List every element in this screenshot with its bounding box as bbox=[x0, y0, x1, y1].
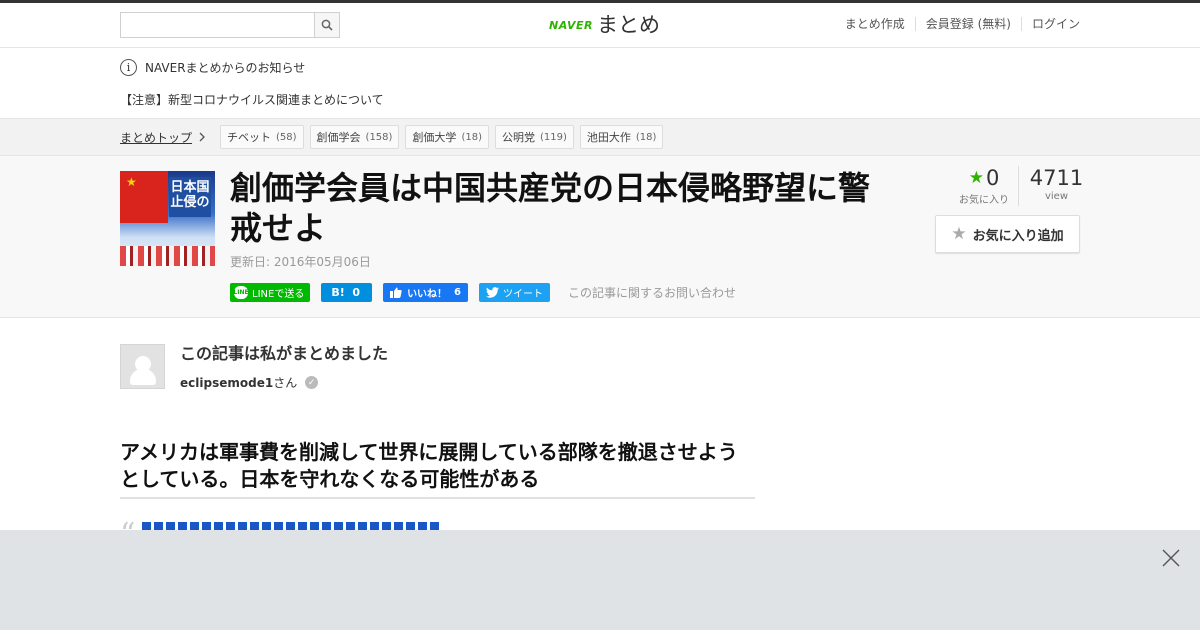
site-logo[interactable]: NAVER まとめ bbox=[549, 12, 660, 38]
author-name-link[interactable]: eclipsemode1 bbox=[180, 376, 273, 390]
notice-title: NAVERまとめからのお知らせ bbox=[145, 60, 306, 75]
check-icon: ✓ bbox=[305, 376, 319, 389]
tag-count: (119) bbox=[539, 131, 567, 143]
chevron-right-icon bbox=[199, 132, 205, 142]
logo-brand: NAVER bbox=[549, 18, 593, 32]
avatar[interactable] bbox=[120, 344, 165, 389]
article-thumbnail[interactable]: ★ 日本国止侵の bbox=[120, 171, 215, 266]
site-header: NAVER まとめ まとめ作成 会員登録 (無料) ログイン bbox=[0, 3, 1200, 48]
add-favorite-button[interactable]: ★ お気に入り追加 bbox=[935, 215, 1080, 253]
tag-label: 公明党 bbox=[501, 131, 535, 144]
twitter-bird-icon bbox=[486, 287, 499, 298]
article-header: ★ 日本国止侵の 創価学会員は中国共産党の日本侵略野望に警戒せよ 更新日: 20… bbox=[0, 156, 1200, 318]
updated-date: 更新日: 2016年05月06日 bbox=[230, 255, 371, 269]
star-icon: ★ bbox=[126, 175, 137, 189]
tag-komeito[interactable]: 公明党 (119) bbox=[494, 125, 574, 149]
tag-count: (18) bbox=[461, 131, 482, 143]
tag-soka-gakkai[interactable]: 創価学会 (158) bbox=[309, 125, 400, 149]
article-title: 創価学会員は中国共産党の日本侵略野望に警戒せよ bbox=[230, 169, 871, 247]
nav-login[interactable]: ログイン bbox=[1020, 17, 1080, 31]
tweet-label: ツイート bbox=[503, 289, 543, 300]
breadcrumb: まとめトップ チベット (58) 創価学会 (158) 創価大学 (18) 公明… bbox=[0, 118, 1200, 156]
author-heading: この記事は私がまとめました bbox=[180, 344, 389, 363]
author-name-row: eclipsemode1 さん ✓ bbox=[180, 374, 388, 391]
tag-label: 創価学会 bbox=[316, 131, 361, 144]
notice-section: i NAVERまとめからのお知らせ 【注意】新型コロナウイルス関連まとめについて bbox=[0, 48, 1200, 118]
tag-label: 池田大作 bbox=[586, 131, 631, 144]
tag-label: チベット bbox=[227, 131, 272, 144]
hatena-bookmark-button[interactable]: B! 0 bbox=[321, 283, 373, 302]
tag-label: 創価大学 bbox=[412, 131, 457, 144]
article-stats: ★ 0 お気に入り 4711 view bbox=[950, 166, 1094, 206]
ad-overlay bbox=[0, 530, 1200, 630]
favorite-count: 0 bbox=[985, 166, 1000, 190]
view-count: 4711 bbox=[1029, 166, 1084, 190]
favorite-stat: ★ 0 お気に入り bbox=[950, 166, 1018, 206]
line-share-button[interactable]: LINE LINEで送る bbox=[230, 283, 311, 302]
search-icon bbox=[321, 19, 333, 31]
facebook-like-button[interactable]: いいね！ 6 bbox=[383, 283, 468, 302]
search-button[interactable] bbox=[314, 13, 339, 37]
favorite-label: お気に入り bbox=[959, 195, 1009, 206]
search-box bbox=[120, 12, 340, 38]
tag-soka-university[interactable]: 創価大学 (18) bbox=[405, 125, 489, 149]
line-share-label: LINEで送る bbox=[252, 289, 305, 300]
author-section: この記事は私がまとめました eclipsemode1 さん ✓ bbox=[120, 344, 388, 391]
close-icon[interactable] bbox=[1162, 549, 1180, 567]
facebook-like-count: 6 bbox=[454, 287, 461, 298]
logo-name: まとめ bbox=[596, 13, 660, 37]
nav-register[interactable]: 会員登録 (無料) bbox=[914, 17, 1021, 31]
tag-ikeda-daisaku[interactable]: 池田大作 (18) bbox=[579, 125, 664, 149]
star-icon: ★ bbox=[968, 168, 984, 188]
tag-tibet[interactable]: チベット (58) bbox=[220, 125, 304, 149]
thumbnail-text: 日本国止侵の bbox=[169, 177, 211, 217]
breadcrumb-top-label: まとめトップ bbox=[120, 130, 193, 145]
link-text-fragment bbox=[142, 522, 442, 530]
tag-count: (18) bbox=[635, 131, 657, 143]
thumbs-up-icon bbox=[390, 287, 402, 298]
inquiry-link[interactable]: この記事に関するお問い合わせ bbox=[568, 284, 736, 301]
notice-item-link[interactable]: 【注意】新型コロナウイルス関連まとめについて bbox=[120, 91, 1080, 108]
view-label: view bbox=[1044, 191, 1069, 202]
quote-link-peek[interactable]: “ bbox=[120, 520, 450, 530]
star-icon: ★ bbox=[951, 224, 967, 244]
view-stat: 4711 view bbox=[1018, 166, 1094, 206]
tag-count: (58) bbox=[276, 131, 297, 143]
info-icon: i bbox=[120, 58, 137, 76]
quote-mark-icon: “ bbox=[120, 520, 135, 530]
search-input[interactable] bbox=[121, 13, 314, 37]
header-nav: まとめ作成 会員登録 (無料) ログイン bbox=[835, 17, 1080, 31]
facebook-like-label: いいね！ bbox=[407, 289, 448, 300]
hatena-label: B! bbox=[331, 286, 345, 299]
share-buttons: LINE LINEで送る B! 0 いいね！ 6 ツイート この記事に関するお問… bbox=[230, 283, 736, 302]
nav-create-matome[interactable]: まとめ作成 bbox=[835, 17, 915, 31]
tweet-button[interactable]: ツイート bbox=[479, 283, 550, 302]
hatena-count: 0 bbox=[352, 286, 361, 299]
add-favorite-label: お気に入り追加 bbox=[972, 228, 1064, 244]
line-icon: LINE bbox=[233, 286, 249, 299]
content-heading: アメリカは軍事費を削減して世界に展開している部隊を撤退させようとしている。日本を… bbox=[120, 439, 755, 499]
author-suffix: さん bbox=[273, 376, 298, 390]
tag-count: (158) bbox=[365, 131, 393, 143]
breadcrumb-top-link[interactable]: まとめトップ bbox=[120, 129, 206, 146]
crowd-graphic bbox=[120, 246, 215, 266]
